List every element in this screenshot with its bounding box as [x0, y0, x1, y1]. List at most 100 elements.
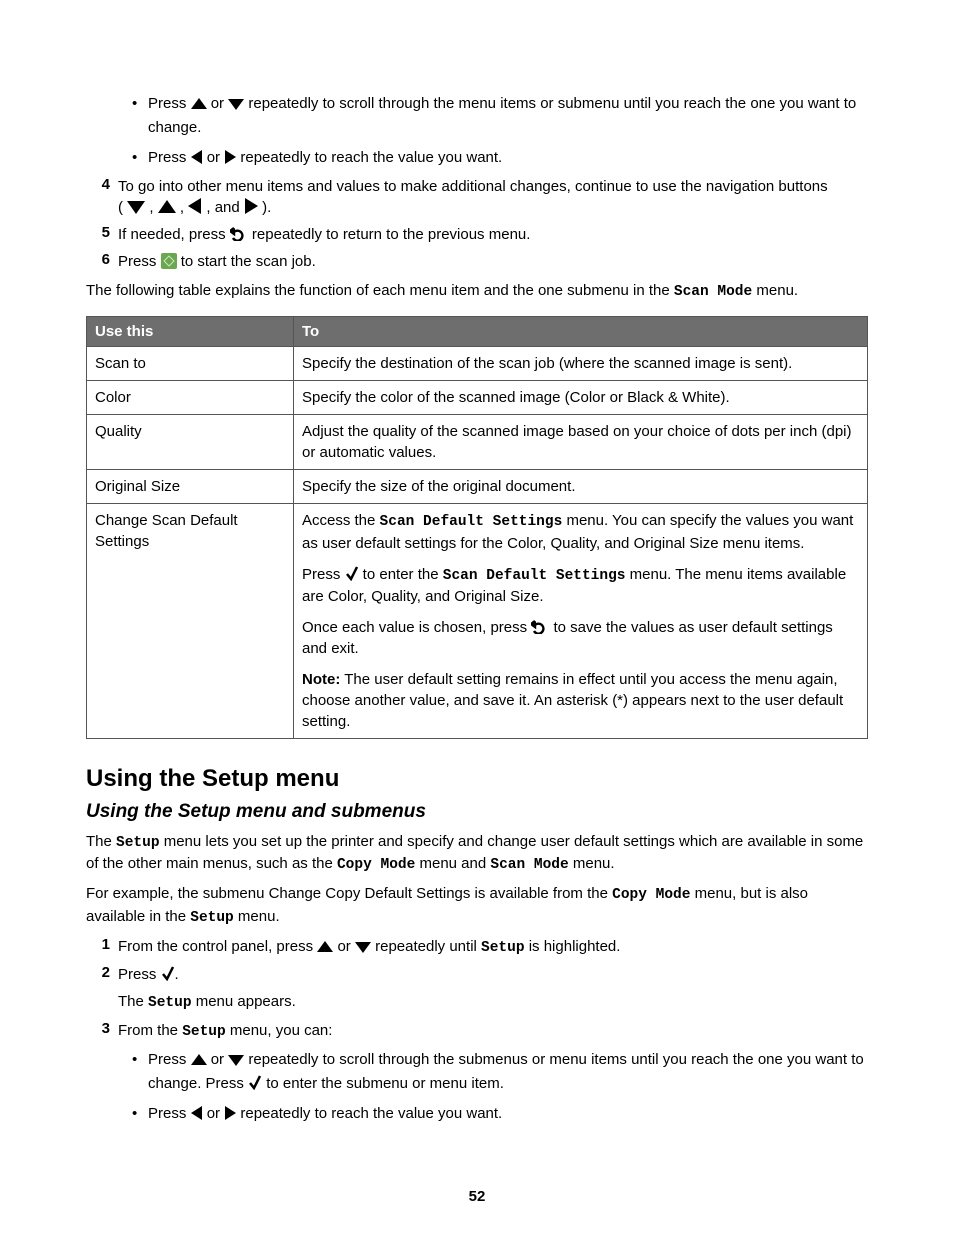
left-arrow-icon	[191, 150, 203, 164]
check-icon	[161, 965, 175, 981]
step-number: 3	[86, 1020, 118, 1132]
text: ,	[180, 199, 188, 216]
back-icon	[531, 618, 549, 634]
text: Press	[148, 95, 191, 112]
table-header-row: Use this To	[87, 317, 868, 347]
text: repeatedly until	[375, 938, 481, 955]
paragraph: Access the Scan Default Settings menu. Y…	[302, 510, 859, 553]
list-item: 1 From the control panel, press or repea…	[86, 936, 868, 958]
check-icon	[345, 565, 359, 581]
text: repeatedly to reach the value you want.	[240, 149, 502, 166]
table-row: Change Scan Default Settings Access the …	[87, 504, 868, 739]
menu-name: Scan Mode	[490, 857, 568, 873]
text: repeatedly to reach the value you want.	[240, 1105, 502, 1122]
table-row: Original Size Specify the size of the or…	[87, 470, 868, 504]
table-row: Quality Adjust the quality of the scanne…	[87, 415, 868, 470]
text: is highlighted.	[525, 938, 621, 955]
up-arrow-icon	[317, 941, 333, 953]
text: Once each value is chosen, press	[302, 619, 531, 636]
paragraph: Note: The user default setting remains i…	[302, 669, 859, 732]
col-header-to: To	[294, 317, 868, 347]
step-number: 2	[86, 964, 118, 1013]
down-arrow-icon	[355, 941, 371, 953]
list-item: 5 If needed, press repeatedly to return …	[86, 224, 868, 245]
back-icon	[230, 225, 248, 241]
sub-bullet-list: Press or repeatedly to scroll through th…	[132, 1048, 868, 1126]
left-arrow-icon	[188, 198, 202, 214]
left-arrow-icon	[191, 1106, 203, 1120]
text: to enter the	[359, 566, 443, 583]
up-arrow-icon	[191, 98, 207, 110]
text: To go into other menu items and values t…	[118, 178, 828, 195]
up-arrow-icon	[191, 1054, 207, 1066]
up-arrow-icon	[158, 200, 176, 214]
menu-name: Copy Mode	[612, 887, 690, 903]
text: Access the	[302, 512, 380, 529]
text: repeatedly to scroll through the menu it…	[148, 95, 856, 136]
cell-use-this: Original Size	[87, 470, 294, 504]
cell-use-this: Scan to	[87, 347, 294, 381]
list-item: 2 Press . The Setup menu appears.	[86, 964, 868, 1013]
text: Press	[118, 966, 161, 983]
scan-mode-table: Use this To Scan to Specify the destinat…	[86, 316, 868, 739]
text: From the control panel, press	[118, 938, 317, 955]
cell-to: Specify the color of the scanned image (…	[294, 381, 868, 415]
check-icon	[248, 1074, 262, 1090]
top-bullet-list: Press or repeatedly to scroll through th…	[132, 92, 868, 170]
text: menu.	[752, 282, 798, 299]
text: The user default setting remains in effe…	[302, 671, 843, 730]
text: menu, you can:	[226, 1022, 333, 1039]
text: or	[337, 938, 355, 955]
menu-name: Scan Default Settings	[443, 568, 626, 584]
text: ,	[149, 199, 157, 216]
cell-to: Specify the size of the original documen…	[294, 470, 868, 504]
list-item: 4 To go into other menu items and values…	[86, 176, 868, 218]
down-arrow-icon	[228, 1054, 244, 1066]
text: to start the scan job.	[181, 253, 316, 270]
text: Press	[148, 1051, 191, 1068]
text: menu and	[415, 855, 490, 872]
text: or	[207, 1105, 225, 1122]
paragraph: The Setup menu lets you set up the print…	[86, 831, 868, 876]
list-item: Press or repeatedly to scroll through th…	[132, 1048, 868, 1096]
table-row: Color Specify the color of the scanned i…	[87, 381, 868, 415]
menu-name: Setup	[481, 940, 525, 956]
step-number: 5	[86, 224, 118, 245]
list-item: 3 From the Setup menu, you can: Press or…	[86, 1020, 868, 1132]
list-item: 6 Press to start the scan job.	[86, 251, 868, 272]
note-label: Note:	[302, 671, 340, 688]
down-arrow-icon	[127, 200, 145, 214]
start-button-icon	[161, 253, 177, 269]
text: (	[118, 199, 123, 216]
text: .	[175, 966, 179, 983]
text: , and	[206, 199, 244, 216]
text: For example, the submenu Change Copy Def…	[86, 885, 612, 902]
text: or	[211, 95, 229, 112]
text: to enter the submenu or menu item.	[266, 1075, 504, 1092]
cell-to: Adjust the quality of the scanned image …	[294, 415, 868, 470]
section-heading: Using the Setup menu	[86, 765, 868, 793]
step-number: 4	[86, 176, 118, 218]
text: ).	[262, 199, 271, 216]
text: or	[211, 1051, 229, 1068]
subsection-heading: Using the Setup menu and submenus	[86, 801, 868, 823]
text: The	[86, 833, 116, 850]
text: repeatedly to return to the previous men…	[252, 226, 531, 243]
menu-name: Setup	[116, 835, 160, 851]
text: menu appears.	[192, 993, 296, 1010]
menu-name: Scan Default Settings	[380, 514, 563, 530]
table-row: Scan to Specify the destination of the s…	[87, 347, 868, 381]
text: Press	[148, 149, 191, 166]
right-arrow-icon	[224, 150, 236, 164]
page-number: 52	[0, 1188, 954, 1205]
text: Press	[148, 1105, 191, 1122]
cell-to: Specify the destination of the scan job …	[294, 347, 868, 381]
paragraph: Once each value is chosen, press to save…	[302, 617, 859, 659]
text: or	[207, 149, 225, 166]
menu-name: Setup	[182, 1024, 226, 1040]
cell-to: Access the Scan Default Settings menu. Y…	[294, 504, 868, 739]
cell-use-this: Color	[87, 381, 294, 415]
down-arrow-icon	[228, 98, 244, 110]
text: The following table explains the functio…	[86, 282, 674, 299]
text: From the	[118, 1022, 182, 1039]
